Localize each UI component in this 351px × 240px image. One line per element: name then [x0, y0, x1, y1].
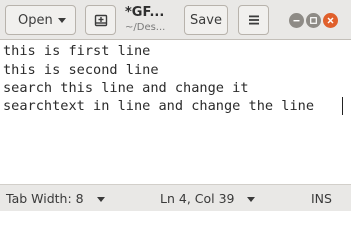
new-tab-button[interactable]: [85, 5, 116, 35]
close-icon: [327, 17, 334, 24]
insert-mode-indicator[interactable]: INS: [311, 191, 332, 206]
maximize-button[interactable]: [306, 13, 321, 28]
editor-line: searchtext in line and change the line: [3, 98, 314, 114]
cursor-position-selector[interactable]: Ln 4, Col 39: [160, 191, 235, 206]
editor-line: search this line and change it: [3, 80, 249, 96]
document-title: *GF...: [125, 5, 165, 20]
save-button[interactable]: Save: [184, 5, 228, 35]
chevron-down-icon: [97, 197, 105, 202]
chevron-down-icon: [247, 197, 255, 202]
minimize-icon: [293, 20, 300, 22]
hamburger-menu-icon: [248, 15, 259, 25]
text-cursor: [342, 97, 343, 115]
editor-line: this is first line: [3, 43, 151, 59]
editor-line: this is second line: [3, 62, 159, 78]
text-editor-area[interactable]: this is first line this is second line s…: [0, 41, 351, 184]
chevron-down-icon: [58, 18, 66, 23]
close-button[interactable]: [323, 13, 338, 28]
maximize-icon: [310, 17, 317, 24]
open-button-label: Open: [18, 12, 53, 28]
new-tab-icon: [94, 14, 107, 27]
header-bar: Open *GF... ~/Des... Save: [0, 0, 351, 40]
open-button[interactable]: Open: [5, 5, 76, 35]
menu-button[interactable]: [238, 5, 269, 35]
minimize-button[interactable]: [289, 13, 304, 28]
window-title: *GF... ~/Des...: [125, 5, 180, 37]
document-path: ~/Des...: [125, 22, 166, 33]
tab-width-selector[interactable]: Tab Width: 8: [6, 191, 84, 206]
status-bar: Tab Width: 8 Ln 4, Col 39 INS: [0, 184, 351, 211]
